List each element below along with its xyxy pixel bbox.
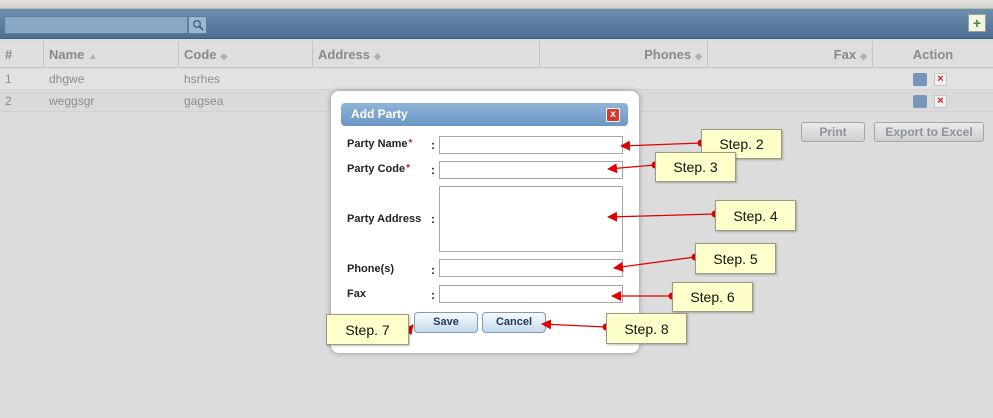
step-4-arrow: [607, 211, 716, 222]
step-4-callout: Step. 4: [715, 200, 796, 231]
step-8-callout: Step. 8: [606, 313, 687, 344]
step-5-arrow: [613, 256, 696, 272]
step-5-callout: Step. 5: [695, 243, 776, 274]
step-2-arrow: [620, 140, 702, 151]
step-3-arrow: [607, 163, 656, 174]
step-3-callout: Step. 3: [655, 152, 736, 182]
annotation-arrows: [403, 139, 719, 336]
step-8-arrow: [541, 319, 607, 330]
step-7-arrow: [403, 324, 414, 336]
step-6-callout: Step. 6: [672, 282, 753, 312]
step-7-callout: Step. 7: [326, 314, 409, 345]
